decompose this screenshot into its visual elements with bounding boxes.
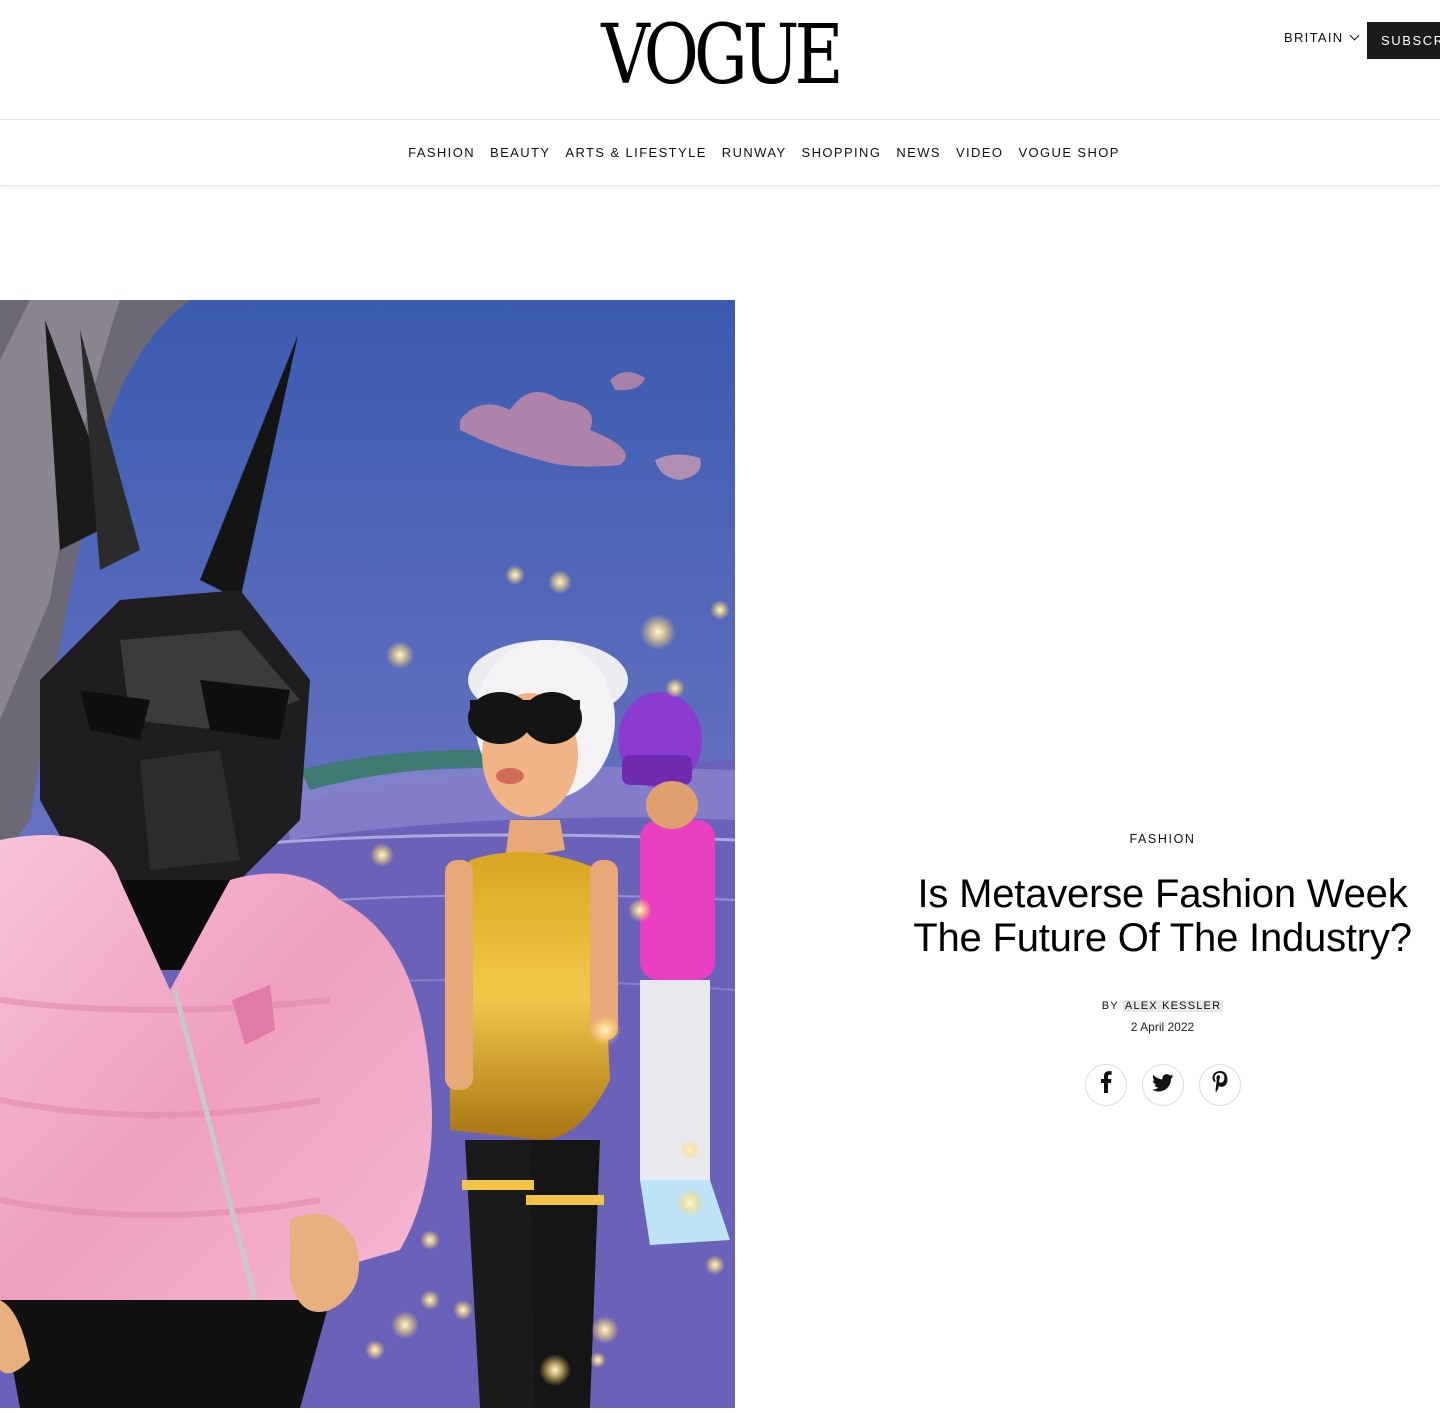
nav-item-news[interactable]: NEWS bbox=[896, 145, 941, 160]
article-headline: Is Metaverse Fashion Week The Future Of … bbox=[913, 872, 1412, 960]
main-nav: FASHION BEAUTY ARTS & LIFESTYLE RUNWAY S… bbox=[0, 120, 1440, 186]
nav-item-beauty[interactable]: BEAUTY bbox=[490, 145, 550, 160]
hero-image bbox=[0, 300, 735, 1408]
pinterest-icon bbox=[1212, 1071, 1228, 1099]
subscribe-button[interactable]: SUBSCRIBE bbox=[1367, 22, 1440, 59]
vogue-logo[interactable]: VOGUE bbox=[130, 14, 1311, 98]
nav-item-shopping[interactable]: SHOPPING bbox=[802, 145, 882, 160]
edition-selector[interactable]: BRITAIN bbox=[1284, 30, 1360, 45]
author-link[interactable]: ALEX KESSLER bbox=[1122, 1000, 1224, 1012]
nav-item-runway[interactable]: RUNWAY bbox=[722, 145, 787, 160]
site-header: VOGUE BRITAIN SUBSCRIBE bbox=[0, 0, 1440, 120]
facebook-share-button[interactable] bbox=[1084, 1064, 1127, 1106]
article-header: FASHION Is Metaverse Fashion Week The Fu… bbox=[885, 832, 1440, 1106]
nav-item-fashion[interactable]: FASHION bbox=[408, 145, 475, 160]
social-share bbox=[885, 1064, 1440, 1106]
byline-prefix: BY bbox=[1101, 1000, 1119, 1012]
chevron-down-icon bbox=[1349, 30, 1360, 41]
nav-item-video[interactable]: VIDEO bbox=[956, 145, 1003, 160]
twitter-share-button[interactable] bbox=[1141, 1064, 1184, 1106]
twitter-icon bbox=[1151, 1072, 1174, 1098]
byline: BY ALEX KESSLER bbox=[885, 1000, 1440, 1012]
edition-label: BRITAIN bbox=[1284, 30, 1344, 45]
metaverse-avatars-illustration bbox=[0, 300, 735, 1408]
publish-date: 2 April 2022 bbox=[1130, 1020, 1195, 1034]
nav-item-arts-lifestyle[interactable]: ARTS & LIFESTYLE bbox=[565, 145, 706, 160]
facebook-icon bbox=[1100, 1071, 1112, 1099]
article-rubric[interactable]: FASHION bbox=[885, 832, 1440, 846]
pinterest-share-button[interactable] bbox=[1198, 1064, 1241, 1106]
nav-item-vogue-shop[interactable]: VOGUE SHOP bbox=[1018, 145, 1119, 160]
